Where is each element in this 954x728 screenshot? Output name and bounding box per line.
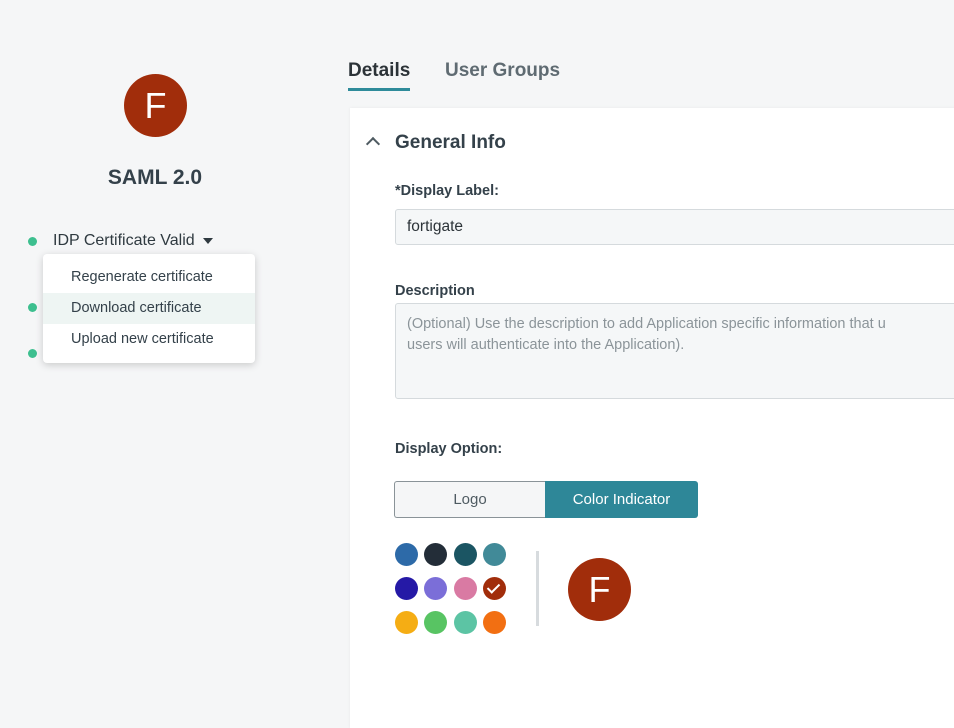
color-swatch[interactable] <box>483 611 506 634</box>
display-option-label: Display Option: <box>395 441 503 457</box>
color-swatch[interactable] <box>454 577 477 600</box>
certificate-menu: Regenerate certificate Download certific… <box>43 254 255 363</box>
color-swatch[interactable] <box>395 543 418 566</box>
tab-user-groups[interactable]: User Groups <box>445 60 560 82</box>
caret-down-icon <box>202 238 213 244</box>
app-avatar: F <box>124 74 187 137</box>
status-dot <box>28 303 37 312</box>
checkmark-icon <box>486 580 501 594</box>
avatar-preview: F <box>568 558 631 621</box>
display-label-input[interactable]: fortigate <box>395 209 954 245</box>
divider <box>536 551 539 626</box>
color-indicator-option-button[interactable]: Color Indicator <box>545 481 698 518</box>
certificate-status-dropdown[interactable]: IDP Certificate Valid <box>28 232 213 250</box>
color-swatch[interactable] <box>454 543 477 566</box>
menu-item-download-certificate[interactable]: Download certificate <box>43 293 255 324</box>
color-swatch[interactable] <box>483 543 506 566</box>
menu-item-upload-new-certificate[interactable]: Upload new certificate <box>43 324 255 355</box>
color-swatch[interactable] <box>424 577 447 600</box>
status-dot <box>28 236 37 246</box>
menu-item-regenerate-certificate[interactable]: Regenerate certificate <box>43 262 255 293</box>
status-dot <box>28 349 37 358</box>
display-label-label: *Display Label: <box>395 183 499 199</box>
general-info-card <box>350 108 954 728</box>
color-swatch[interactable] <box>454 611 477 634</box>
color-swatch[interactable] <box>424 543 447 566</box>
certificate-status-label: IDP Certificate Valid <box>53 232 195 249</box>
logo-option-button[interactable]: Logo <box>394 481 545 518</box>
color-swatch[interactable] <box>483 577 506 600</box>
color-swatch[interactable] <box>395 577 418 600</box>
description-textarea[interactable]: (Optional) Use the description to add Ap… <box>395 303 954 399</box>
section-title[interactable]: General Info <box>395 132 506 154</box>
description-label: Description <box>395 283 475 299</box>
tab-details[interactable]: Details <box>348 60 411 91</box>
app-type-title: SAML 2.0 <box>107 166 203 189</box>
color-swatch[interactable] <box>424 611 447 634</box>
color-swatch[interactable] <box>395 611 418 634</box>
